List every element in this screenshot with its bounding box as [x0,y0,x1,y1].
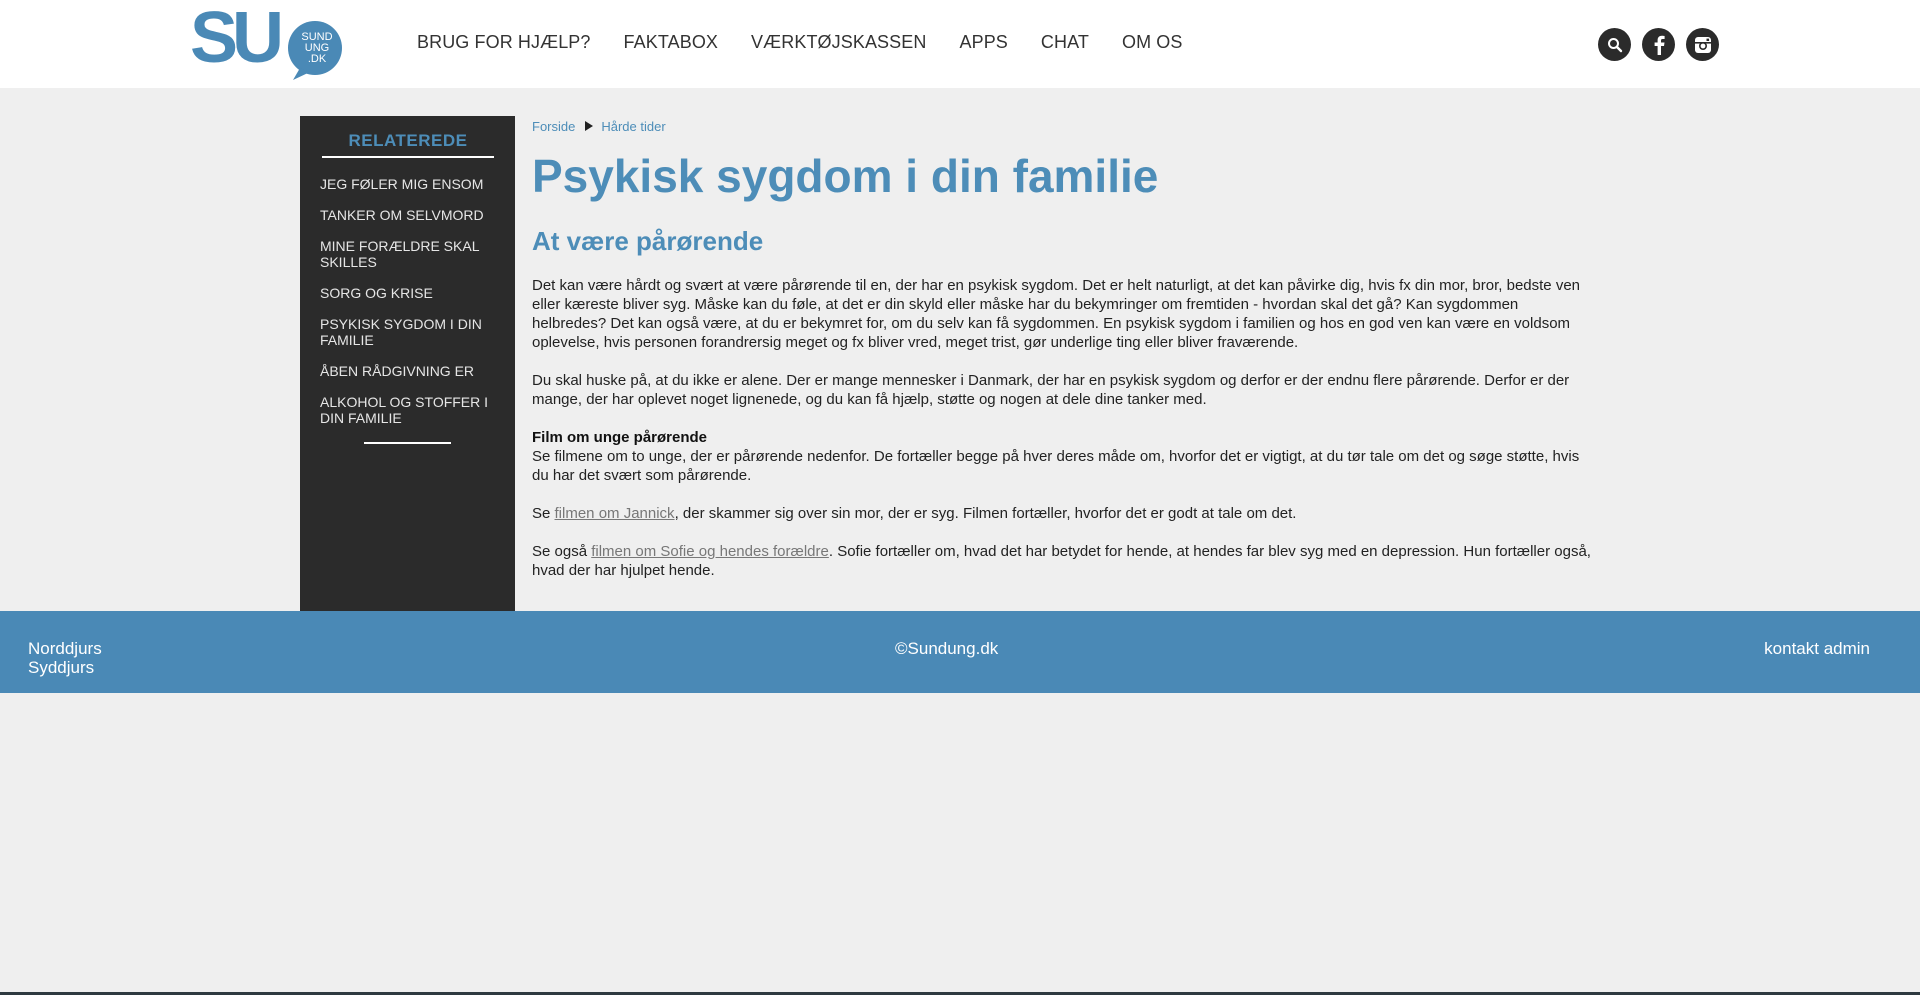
breadcrumb: Forside Hårde tider [532,116,1592,136]
sidebar-list: JEG FØLER MIG ENSOM TANKER OM SELVMORD M… [320,176,500,441]
article-paragraph-5: Se også filmen om Sofie og hendes foræld… [532,542,1592,580]
article-content: Forside Hårde tider Psykisk sygdom i din… [532,116,1592,580]
page-title: Psykisk sygdom i din familie [532,150,1159,202]
footer-region-syddjurs[interactable]: Syddjurs [28,658,102,677]
article-paragraph-1: Det kan være hårdt og svært at være pårø… [532,277,1581,351]
breadcrumb-arrow-icon [585,121,594,131]
footer-copyright: ©Sundung.dk [895,639,999,658]
film-sofie-link[interactable]: filmen om Sofie og hendes forældre [591,543,829,560]
instagram-icon[interactable] [1686,28,1719,61]
section-title: At være pårørende [532,226,764,256]
film-jannick-link[interactable]: filmen om Jannick [555,505,675,522]
nav-vaerktoejskassen[interactable]: VÆRKTØJSKASSEN [751,32,926,53]
social-links [1598,28,1719,61]
breadcrumb-current-link[interactable]: Hårde tider [601,119,665,134]
sidebar-item-psykisk-sygdom[interactable]: PSYKISK SYGDOM I DIN FAMILIE [320,316,500,348]
sidebar-divider-bottom [364,442,451,444]
nav-faktabox[interactable]: FAKTABOX [624,32,719,53]
main-nav: BRUG FOR HJÆLP? FAKTABOX VÆRKTØJSKASSEN … [417,32,1216,53]
paragraph-4-suffix: , der skammer sig over sin mor, der er s… [674,505,1297,522]
nav-brug-for-hjaelp[interactable]: BRUG FOR HJÆLP? [417,32,591,53]
sidebar-item-aaben-raadgivning[interactable]: ÅBEN RÅDGIVNING ER [320,363,500,379]
film-heading: Film om unge pårørende [532,429,708,446]
footer-contact-admin[interactable]: kontakt admin [1764,639,1870,659]
site-header: SU SUND UNG .DK BRUG FOR HJÆLP? FAKTABOX… [0,0,1920,88]
sidebar-item-mine-foraeldre-skal-skilles[interactable]: MINE FORÆLDRE SKAL SKILLES [320,238,500,270]
sidebar-item-sorg-og-krise[interactable]: SORG OG KRISE [320,285,500,301]
breadcrumb-home-link[interactable]: Forside [532,119,575,134]
site-footer: Norddjurs Syddjurs ©Sundung.dk kontakt a… [0,611,1920,693]
logo-text: SU [190,8,280,78]
search-icon[interactable] [1598,28,1631,61]
paragraph-4-prefix: Se [532,505,555,522]
footer-region-norddjurs[interactable]: Norddjurs [28,639,102,658]
nav-apps[interactable]: APPS [959,32,1007,53]
sundung-logo[interactable]: SU SUND UNG .DK [190,8,350,80]
facebook-icon[interactable] [1642,28,1675,61]
sidebar-heading: RELATEREDE [348,131,468,150]
film-section: Film om unge pårørende Se filmene om to … [532,428,1592,485]
article-paragraph-4: Se filmen om Jannick, der skammer sig ov… [532,504,1592,523]
article-paragraph-3: Se filmene om to unge, der er pårørende … [532,448,1580,484]
logo-line-3: .DK [308,53,327,65]
footer-regions: Norddjurs Syddjurs [28,639,102,677]
nav-om-os[interactable]: OM OS [1122,32,1183,53]
nav-chat[interactable]: CHAT [1041,32,1089,53]
sidebar-item-alkohol-og-stoffer[interactable]: ALKOHOL OG STOFFER I DIN FAMILIE [320,394,500,426]
article-paragraph-2: Du skal huske på, at du ikke er alene. D… [532,372,1570,408]
sidebar-item-tanker-om-selvmord[interactable]: TANKER OM SELVMORD [320,207,500,223]
sidebar-item-jeg-foeler-mig-ensom[interactable]: JEG FØLER MIG ENSOM [320,176,500,192]
paragraph-5-prefix: Se også [532,543,592,560]
related-sidebar: RELATEREDE JEG FØLER MIG ENSOM TANKER OM… [300,116,515,611]
sidebar-divider-top [322,156,494,158]
